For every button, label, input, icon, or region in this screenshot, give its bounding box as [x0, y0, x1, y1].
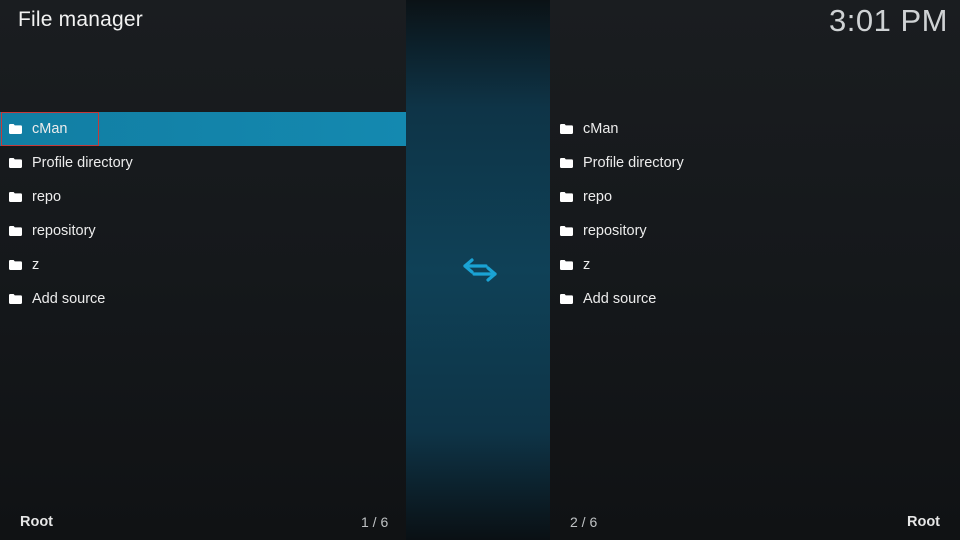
folder-icon: [9, 260, 22, 270]
list-item[interactable]: repo: [551, 180, 960, 214]
left-file-list: cMan Profile directory repo repository z…: [0, 112, 406, 316]
list-item[interactable]: Profile directory: [551, 146, 960, 180]
page-title: File manager: [18, 8, 143, 31]
folder-icon: [560, 260, 573, 270]
list-item-label: cMan: [32, 121, 68, 137]
list-item-label: Add source: [32, 291, 106, 307]
list-item-label: repository: [583, 223, 647, 239]
list-item[interactable]: z: [551, 248, 960, 282]
list-item-label: repo: [32, 189, 62, 205]
list-item[interactable]: Profile directory: [0, 146, 406, 180]
folder-icon: [560, 158, 573, 168]
folder-icon: [9, 158, 22, 168]
right-item-counter: 2 / 6: [570, 514, 598, 530]
list-item-label: Add source: [583, 291, 657, 307]
left-path-label: Root: [20, 514, 54, 530]
folder-icon: [560, 192, 573, 202]
list-item[interactable]: Add source: [551, 282, 960, 316]
right-path-label: Root: [906, 514, 940, 530]
file-manager-screen: File manager 3:01 PM cMan Profile direct…: [0, 0, 960, 540]
list-item[interactable]: Add source: [0, 282, 406, 316]
left-item-counter: 1 / 6: [361, 514, 389, 530]
list-item[interactable]: cMan: [551, 112, 960, 146]
list-item-label: z: [583, 257, 591, 273]
list-item-label: Profile directory: [32, 155, 133, 171]
list-item-label: cMan: [583, 121, 619, 137]
list-item-label: z: [32, 257, 40, 273]
list-item[interactable]: repository: [0, 214, 406, 248]
folder-icon: [560, 124, 573, 134]
folder-icon: [9, 192, 22, 202]
folder-icon: [9, 226, 22, 236]
right-file-list: cMan Profile directory repo repository z…: [551, 112, 960, 316]
list-item-label: repository: [32, 223, 96, 239]
list-item[interactable]: repository: [551, 214, 960, 248]
clock: 3:01 PM: [829, 3, 948, 38]
list-item-label: Profile directory: [583, 155, 684, 171]
list-item-label: repo: [583, 189, 613, 205]
swap-arrows-icon[interactable]: [462, 255, 498, 285]
folder-icon: [9, 124, 22, 134]
list-item[interactable]: cMan: [0, 112, 406, 146]
folder-icon: [560, 294, 573, 304]
folder-icon: [9, 294, 22, 304]
folder-icon: [560, 226, 573, 236]
list-item[interactable]: repo: [0, 180, 406, 214]
list-item[interactable]: z: [0, 248, 406, 282]
